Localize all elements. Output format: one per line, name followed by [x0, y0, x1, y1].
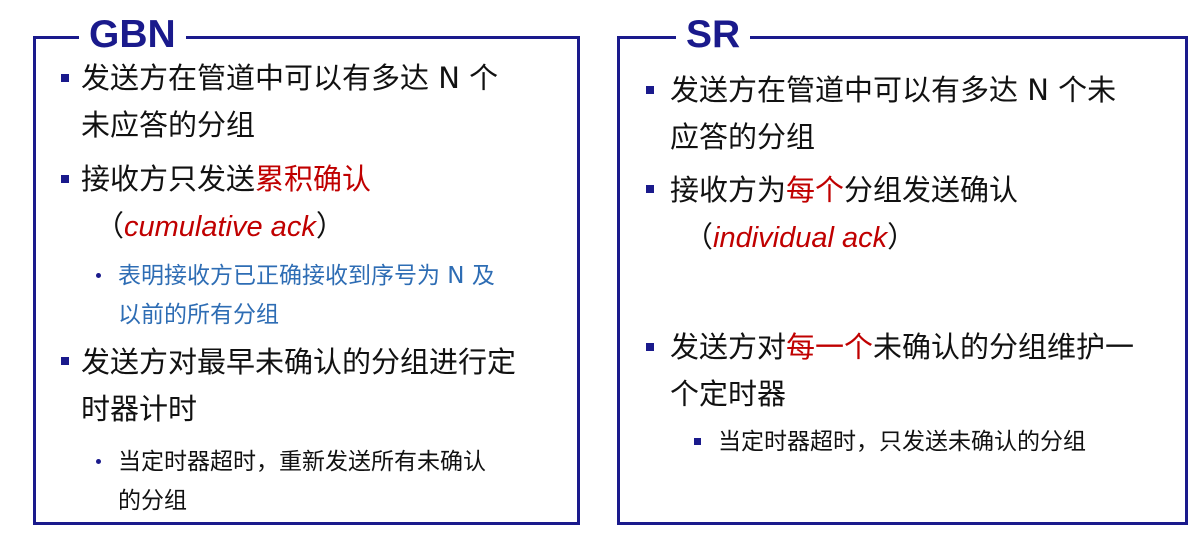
bullet-square-icon [646, 343, 654, 351]
highlight-text: 累积确认 [255, 162, 372, 196]
bullet-square-icon [61, 357, 69, 365]
bullet-square-icon [61, 175, 69, 183]
bullet-square-icon [694, 438, 701, 445]
highlight-text: 每个 [786, 173, 845, 207]
sr-panel: SR 发送方在管道中可以有多达 N 个未 应答的分组 接收方为每个分组发送确认 … [617, 9, 1188, 525]
gbn-item-timer: 发送方对最早未确认的分组进行定 时器计时 [81, 345, 517, 426]
gbn-item-window: 发送方在管道中可以有多达 N 个 未应答的分组 [81, 61, 499, 142]
gbn-title: GBN [79, 9, 186, 61]
sr-item-timer: 发送方对每一个未确认的分组维护一 个定时器 [670, 330, 1135, 411]
sr-title: SR [676, 9, 751, 61]
bullet-dot-icon [96, 273, 101, 278]
sr-item-window: 发送方在管道中可以有多达 N 个未 应答的分组 [670, 73, 1117, 154]
bullet-square-icon [61, 74, 69, 82]
bullet-dot-icon [96, 459, 101, 464]
bullet-square-icon [646, 86, 654, 94]
gbn-sub-timeout: 当定时器超时，重新发送所有未确认 的分组 [118, 449, 486, 514]
gbn-sub-cumulative-meaning: 表明接收方已正确接收到序号为 N 及 以前的所有分组 [118, 263, 495, 328]
gbn-panel: GBN 发送方在管道中可以有多达 N 个 未应答的分组 接收方只发送累积确认 （… [33, 9, 580, 525]
gbn-item-cumulative-ack: 接收方只发送累积确认 （cumulative ack） [81, 162, 372, 243]
sr-sub-timeout: 当定时器超时，只发送未确认的分组 [718, 429, 1086, 455]
sr-item-individual-ack: 接收方为每个分组发送确认 （individual ack） [670, 173, 1019, 254]
highlight-text: 每一个 [786, 330, 874, 364]
bullet-square-icon [646, 185, 654, 193]
